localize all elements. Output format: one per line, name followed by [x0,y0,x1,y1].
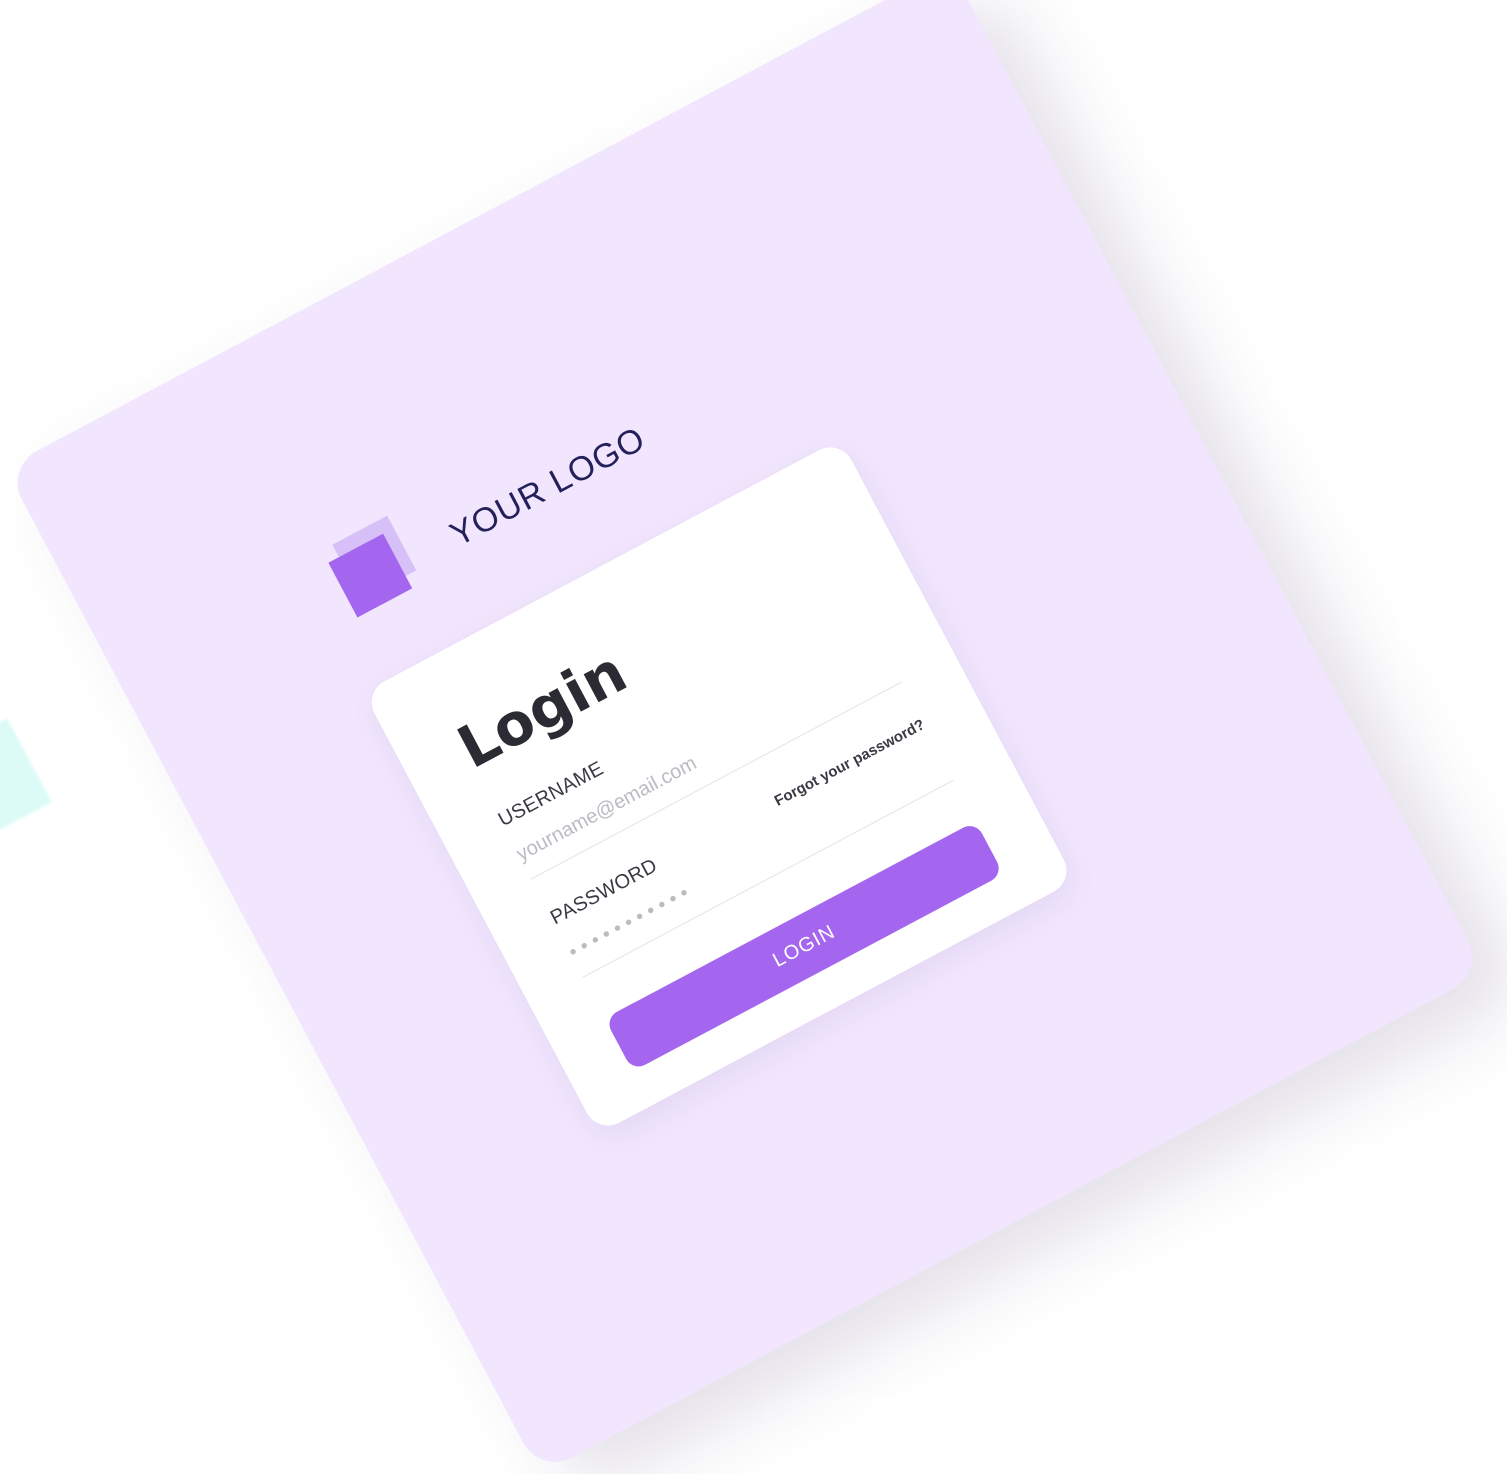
logo-mark-icon [326,515,434,630]
background-shape [0,718,52,847]
